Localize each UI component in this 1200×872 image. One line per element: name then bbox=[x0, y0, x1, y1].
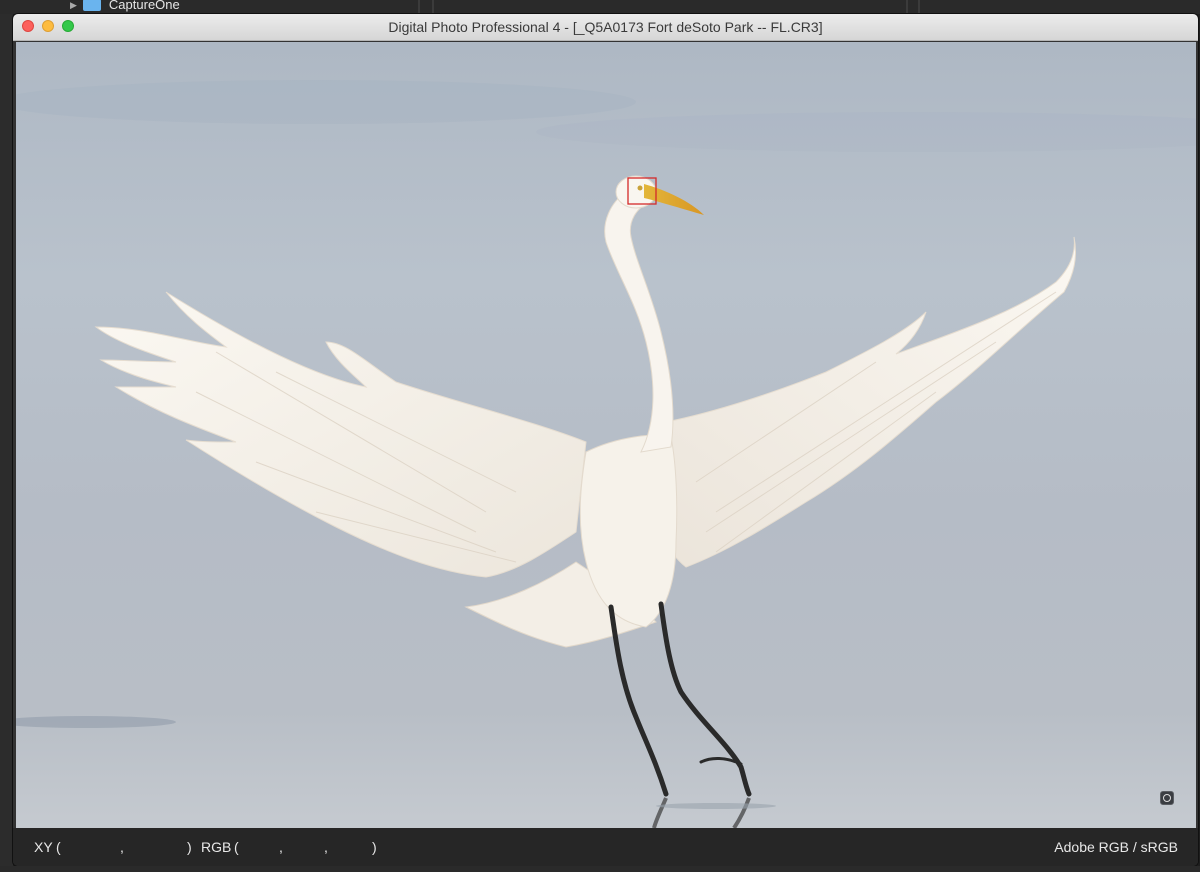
folder-icon bbox=[82, 0, 101, 11]
right-wing bbox=[655, 236, 1077, 568]
left-leg bbox=[608, 604, 669, 797]
rgb-separator: , bbox=[324, 839, 328, 855]
xy-label: XY bbox=[34, 839, 53, 855]
fit-view-icon[interactable] bbox=[1160, 791, 1174, 805]
color-profile-label: Adobe RGB / sRGB bbox=[1054, 839, 1178, 855]
water-ripple bbox=[656, 803, 776, 809]
folder-name: CaptureOne bbox=[108, 0, 180, 12]
bird-beak bbox=[644, 184, 704, 215]
background-panel-edge bbox=[0, 14, 13, 872]
window-title: Digital Photo Professional 4 - [_Q5A0173… bbox=[388, 19, 823, 35]
xy-close-paren: ) bbox=[187, 839, 192, 855]
title-bar[interactable]: Digital Photo Professional 4 - [_Q5A0173… bbox=[13, 14, 1198, 41]
background-bottom-strip bbox=[0, 866, 1200, 872]
background-divider bbox=[918, 0, 920, 14]
sky-cloud bbox=[536, 112, 1196, 152]
leg-reflection bbox=[652, 797, 751, 828]
left-wing bbox=[94, 291, 587, 578]
disclosure-triangle-icon[interactable]: ▶ bbox=[70, 0, 77, 11]
rgb-label: RGB bbox=[201, 839, 232, 855]
sky-cloud bbox=[16, 80, 636, 124]
rgb-open-paren: ( bbox=[234, 839, 239, 855]
xy-open-paren: ( bbox=[56, 839, 61, 855]
bird-eye bbox=[637, 185, 643, 191]
background-app-strip: ▶ CaptureOne bbox=[0, 0, 1200, 14]
photo-canvas bbox=[16, 80, 1196, 828]
background-divider bbox=[432, 0, 434, 14]
background-folder-item[interactable]: ▶ CaptureOne bbox=[70, 0, 180, 12]
status-bar: XY ( , ) RGB ( , , ) Adobe RGB / sRGB bbox=[13, 828, 1198, 866]
background-divider bbox=[418, 0, 420, 14]
xy-separator: , bbox=[120, 839, 124, 855]
bird-neck bbox=[604, 191, 674, 453]
right-leg bbox=[658, 601, 752, 797]
main-window: Digital Photo Professional 4 - [_Q5A0173… bbox=[13, 14, 1198, 866]
rgb-separator: , bbox=[279, 839, 283, 855]
background-divider bbox=[906, 0, 908, 14]
rgb-close-paren: ) bbox=[372, 839, 377, 855]
image-viewer[interactable] bbox=[16, 42, 1196, 828]
water-ripple bbox=[16, 716, 176, 728]
